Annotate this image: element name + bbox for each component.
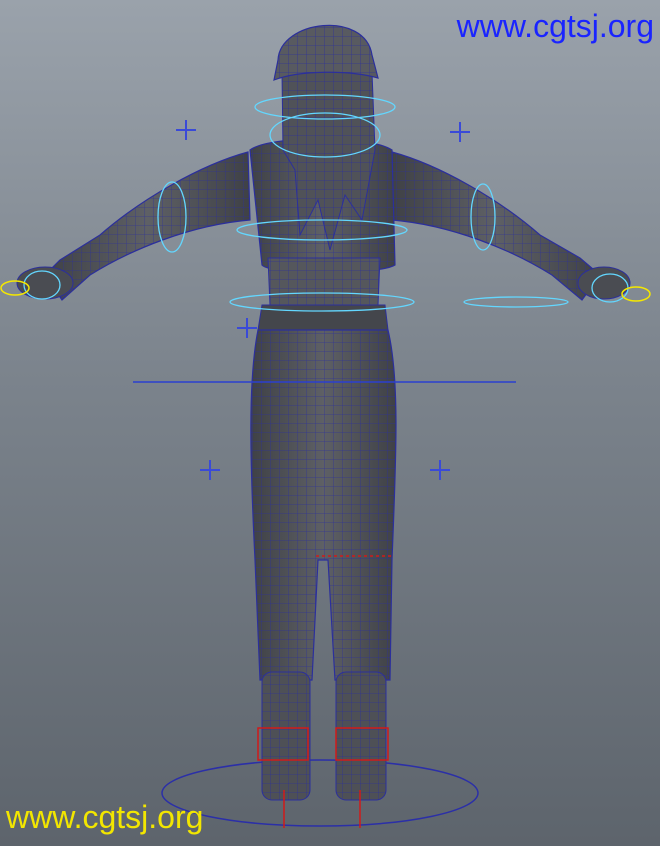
watermark-bottom: www.cgtsj.org <box>6 799 204 835</box>
locator-knee-right <box>430 460 450 480</box>
locator-hip-left <box>237 318 257 338</box>
locator-shoulder-left <box>176 120 196 140</box>
locator-shoulder-right <box>450 122 470 142</box>
right-elbow-pole-control <box>463 296 569 308</box>
watermark-top: www.cgtsj.org <box>456 8 654 44</box>
root-control-circle <box>161 759 479 827</box>
belt-mesh <box>257 304 389 331</box>
character-rig-render <box>0 24 651 828</box>
character-mesh <box>16 24 631 801</box>
locator-knee-left <box>200 460 220 480</box>
right-arm-wire <box>392 152 600 300</box>
left-arm-wire <box>45 152 250 300</box>
maya-viewport[interactable] <box>0 0 660 846</box>
